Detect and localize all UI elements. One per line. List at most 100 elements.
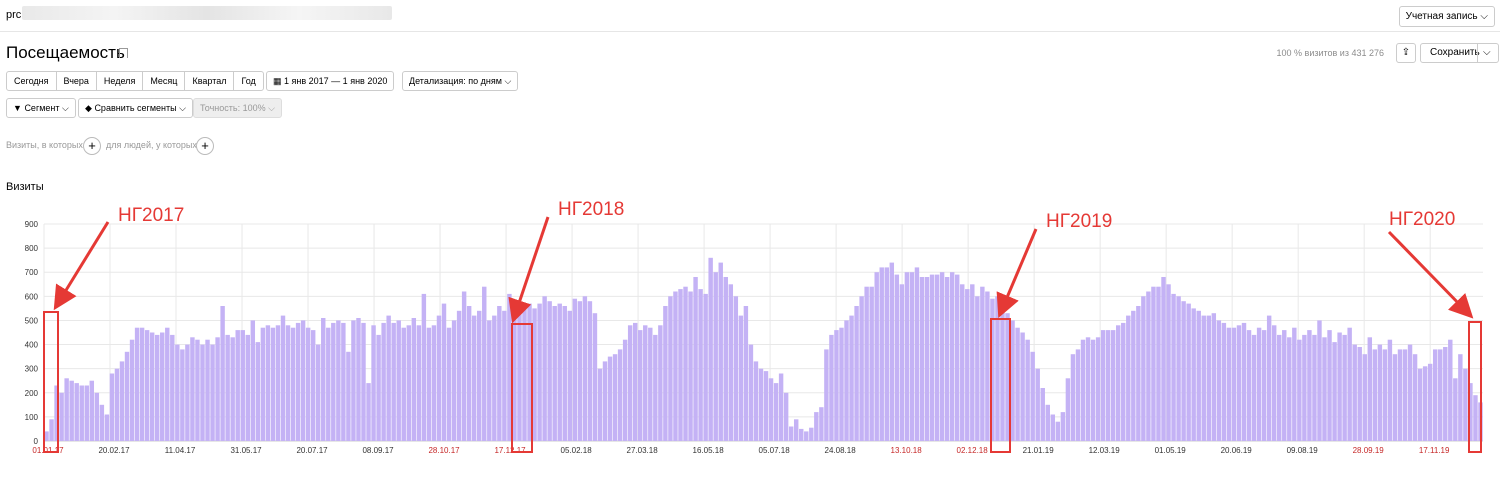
chart-bar xyxy=(119,361,125,441)
chart-bar xyxy=(1201,315,1206,441)
chart-bar xyxy=(889,262,895,441)
annotation-label: НГ2019 xyxy=(1046,211,1112,232)
chart-bar xyxy=(1090,339,1096,441)
chart-bar xyxy=(638,330,643,441)
chart-bar xyxy=(648,327,653,441)
chart-bar xyxy=(909,272,915,441)
chart-bar xyxy=(879,267,884,441)
chart-bar xyxy=(829,334,834,441)
chart-bar xyxy=(1030,351,1035,441)
chart-bar xyxy=(487,320,492,441)
chart-bar xyxy=(1085,337,1091,441)
chart-bar xyxy=(1151,286,1156,441)
chart-bar xyxy=(79,385,84,441)
chart-bar xyxy=(748,344,754,441)
x-tick-label: 17.12.17 xyxy=(494,446,526,455)
chart-bar xyxy=(1297,339,1302,441)
chart-bar xyxy=(1181,301,1186,441)
chart-bar xyxy=(165,327,170,441)
chart-bar xyxy=(1387,339,1393,441)
chart-bar xyxy=(522,306,527,441)
chart-bar xyxy=(1473,395,1478,441)
chart-bar xyxy=(643,325,648,441)
chart-bar xyxy=(1216,320,1222,441)
chart-bar xyxy=(1075,349,1081,441)
x-tick-label: 31.05.17 xyxy=(230,446,262,455)
chart-bar xyxy=(1221,322,1227,441)
chart-bar xyxy=(326,327,331,441)
chart-bar xyxy=(904,272,910,441)
chart-bar xyxy=(955,274,960,441)
chart-bar xyxy=(1307,330,1312,441)
chart-bar xyxy=(245,334,250,441)
chart-bar xyxy=(949,272,955,441)
arrow-icon xyxy=(53,221,110,311)
chart-bar xyxy=(567,310,572,441)
chart-bar xyxy=(461,291,467,441)
chart-bar xyxy=(1141,296,1146,441)
chart-bar xyxy=(230,337,235,441)
chart-bar xyxy=(1312,334,1317,441)
chart-bar xyxy=(84,385,89,441)
chart-bar xyxy=(316,344,321,441)
chart-bar xyxy=(899,284,905,441)
chart-bar xyxy=(582,296,588,441)
chart-bar xyxy=(1025,339,1030,441)
chart-bar xyxy=(1065,378,1071,441)
annotation-label: НГ2018 xyxy=(558,199,624,220)
chart-bar xyxy=(1302,334,1307,441)
chart-bar xyxy=(1347,327,1352,441)
chart-bar xyxy=(1166,284,1171,441)
chart-bar xyxy=(1136,306,1141,441)
chart-bar xyxy=(471,315,477,441)
chart-bar xyxy=(1206,315,1211,441)
chart-bar xyxy=(305,327,311,441)
chart-bar xyxy=(376,334,381,441)
chart-bar xyxy=(1100,330,1106,441)
chart-bar xyxy=(1105,330,1111,441)
x-tick-label: 16.05.18 xyxy=(693,446,725,455)
chart-bar xyxy=(356,318,361,441)
chart-bar xyxy=(743,306,749,441)
chart-bar xyxy=(1241,322,1247,441)
chart-bar xyxy=(1261,330,1267,441)
chart-bar xyxy=(824,349,829,441)
chart-bar xyxy=(1211,313,1217,441)
chart-bar xyxy=(854,306,859,441)
chart-bar xyxy=(1463,368,1468,441)
chart-bar xyxy=(1382,349,1388,441)
chart-bar xyxy=(552,306,557,441)
y-tick-label: 500 xyxy=(25,316,39,325)
chart-bar xyxy=(1271,325,1277,441)
chart-bar xyxy=(421,293,427,441)
chart-bar xyxy=(104,414,110,441)
chart-bar xyxy=(970,284,975,441)
chart-bar xyxy=(1402,349,1408,441)
chart-bar xyxy=(361,322,366,441)
chart-bar xyxy=(542,296,547,441)
chart-bar xyxy=(64,378,69,441)
chart-bar xyxy=(482,286,487,441)
y-tick-label: 100 xyxy=(25,413,39,422)
x-tick-label: 13.10.18 xyxy=(891,446,923,455)
chart-bar xyxy=(809,427,814,441)
chart-bar xyxy=(804,431,809,441)
chart-bar xyxy=(723,277,728,441)
chart-bar xyxy=(1236,325,1242,441)
chart-bars xyxy=(44,257,1483,441)
chart-bar xyxy=(270,327,276,441)
chart-bar xyxy=(426,327,432,441)
x-tick-label: 11.04.17 xyxy=(165,446,196,455)
chart-bar xyxy=(1453,378,1458,441)
chart-bar xyxy=(215,337,220,441)
chart-bar xyxy=(185,344,190,441)
chart-bar xyxy=(446,327,452,441)
chart-bar xyxy=(592,313,598,441)
chart-bar xyxy=(617,349,623,441)
chart-bar xyxy=(1055,421,1061,441)
chart-bar xyxy=(562,306,567,441)
chart-bar xyxy=(844,320,849,441)
chart-bar xyxy=(1277,334,1282,441)
chart-bar xyxy=(275,325,281,441)
chart-bar xyxy=(74,383,79,441)
